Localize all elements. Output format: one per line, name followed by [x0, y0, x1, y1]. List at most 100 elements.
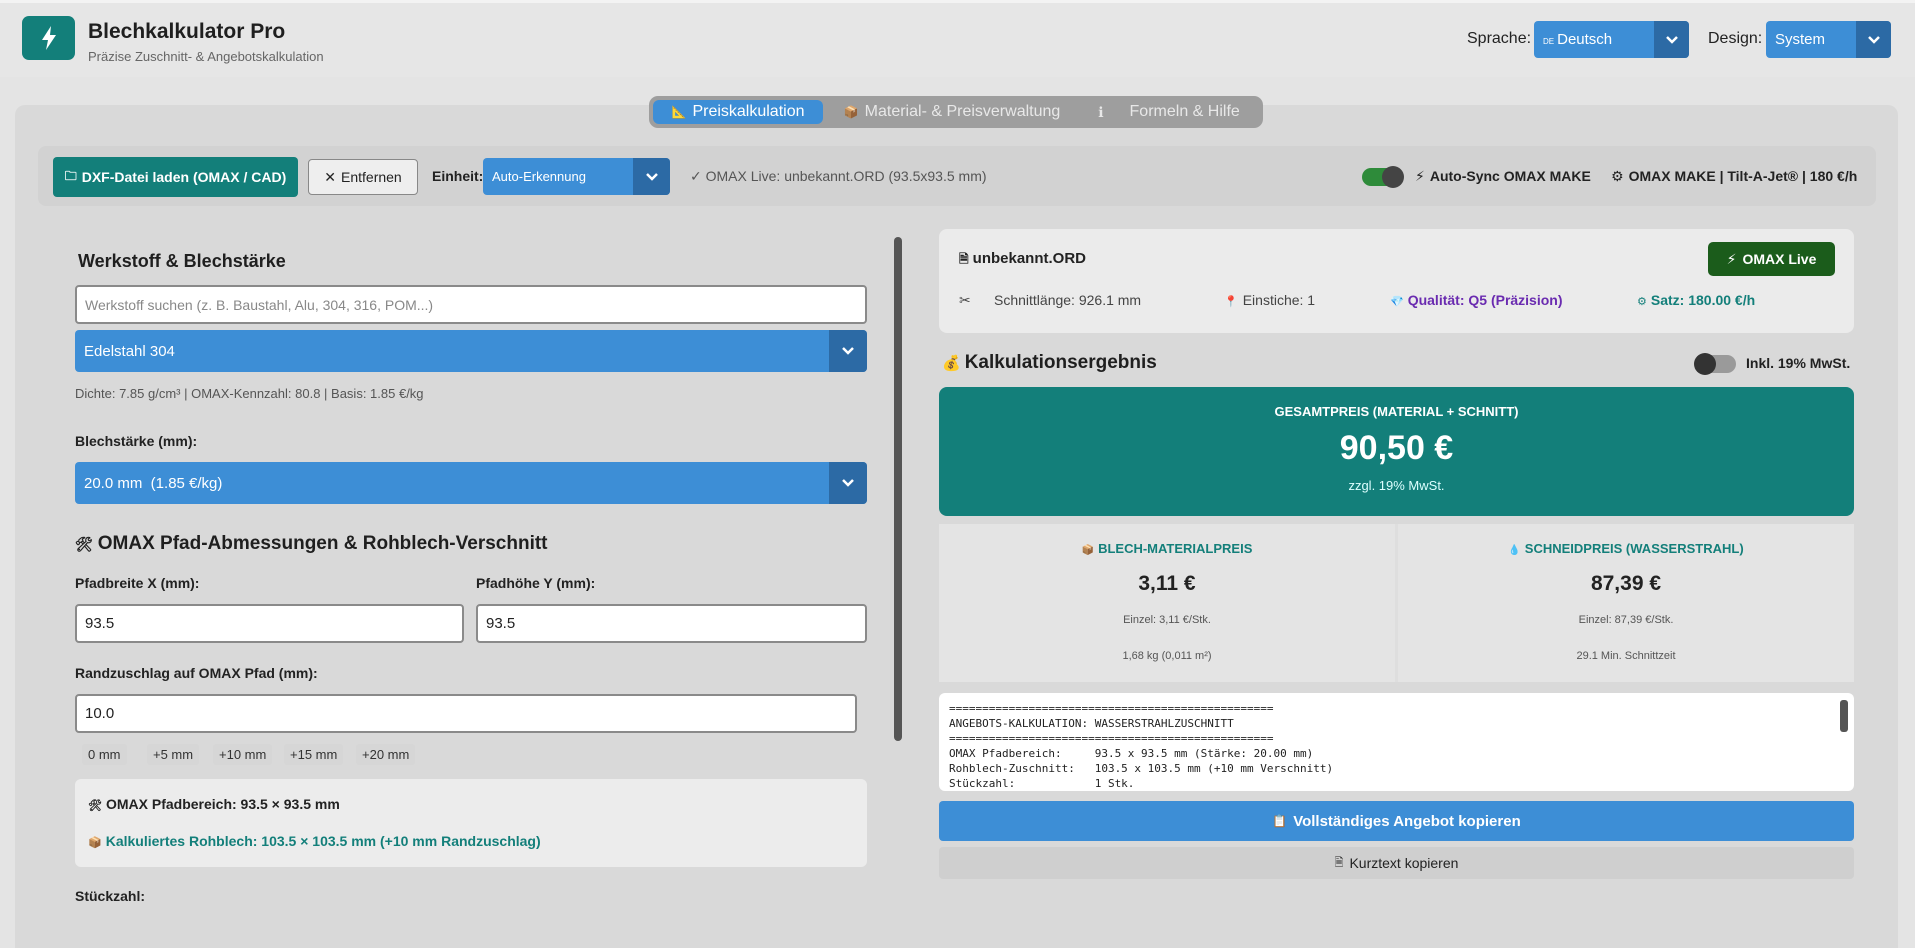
copy-short-text-button[interactable]: 🗎 Kurztext kopieren: [939, 847, 1854, 879]
coin-icon: ⚙: [1637, 296, 1647, 308]
cut-price-label: 💧 SCHNEIDPREIS (WASSERSTRAHL): [1508, 541, 1744, 556]
file-name: 🗎 unbekannt.ORD: [959, 250, 1086, 267]
chevron-down-icon: [633, 158, 670, 195]
remove-button[interactable]: ✕ Entfernen: [308, 159, 418, 195]
file-icon: 🗎: [959, 252, 969, 266]
chevron-down-icon: [1856, 21, 1891, 58]
margin-input[interactable]: 10.0: [75, 694, 857, 733]
cut-time: 29.1 Min. Schnittzeit: [1576, 650, 1676, 662]
thickness-label: Blechstärke (mm):: [75, 433, 198, 449]
material-info: Dichte: 7.85 g/cm³ | OMAX-Kennzahl: 80.8…: [75, 386, 424, 401]
rate: ⚙ Satz: 180.00 €/h: [1637, 292, 1756, 308]
gear-icon: ⚙: [1611, 168, 1624, 184]
box-icon: 📦: [88, 837, 102, 849]
price-breakdown: 📦 BLECH-MATERIALPREIS 3,11 € Einzel: 3,11…: [939, 524, 1854, 682]
money-bag-icon: 💰: [942, 355, 961, 372]
quote-text-area[interactable]: ========================================…: [939, 693, 1854, 791]
unit-value: Auto-Erkennung: [492, 169, 586, 184]
margin-chip-20[interactable]: +20 mm: [356, 744, 416, 765]
total-value: 90,50 €: [1339, 429, 1454, 467]
tab-material[interactable]: 📦 Material- & Preisverwaltung: [837, 100, 1067, 124]
diamond-icon: 💎: [1390, 296, 1404, 308]
unit-label: Einheit:: [432, 168, 484, 184]
cut-length: Schnittlänge: 926.1 mm: [994, 292, 1142, 308]
result-heading: 💰 Kalkulationsergebnis: [942, 352, 1157, 373]
material-heading: Werkstoff & Blechstärke: [78, 251, 286, 271]
quality: 💎 Qualität: Q5 (Präzision): [1390, 292, 1563, 308]
path-width-label: Pfadbreite X (mm):: [75, 575, 200, 591]
design-label: Design:: [1708, 30, 1763, 47]
app-title: Blechkalkulator Pro: [88, 20, 286, 43]
info-icon: ℹ: [1098, 103, 1104, 120]
path-height-label: Pfadhöhe Y (mm):: [476, 575, 596, 591]
close-icon: ✕: [324, 168, 336, 185]
droplet-icon: 💧: [1508, 545, 1521, 556]
cut-price-single: Einzel: 87,39 €/Stk.: [1578, 614, 1674, 626]
cut-price-col: 💧 SCHNEIDPREIS (WASSERSTRAHL) 87,39 € Ein…: [1398, 524, 1854, 682]
thickness-value: 20.0 mm (1.85 €/kg): [84, 474, 223, 492]
language-label: Sprache:: [1467, 30, 1532, 47]
path-info-box: [75, 779, 867, 867]
copy-full-quote-button[interactable]: 📋 Vollständiges Angebot kopieren: [939, 801, 1854, 841]
material-search-input[interactable]: Werkstoff suchen (z. B. Baustahl, Alu, 3…: [75, 285, 867, 324]
left-scrollbar[interactable]: [894, 237, 902, 741]
load-dxf-button[interactable]: 🗀 DXF-Datei laden (OMAX / CAD): [53, 157, 298, 197]
flag-icon: DE: [1543, 37, 1555, 46]
material-weight: 1,68 kg (0,011 m²): [1122, 650, 1212, 662]
total-note: zzgl. 19% MwSt.: [1348, 478, 1445, 493]
material-selected: Edelstahl 304: [84, 342, 175, 360]
omax-live-button[interactable]: ⚡ OMAX Live: [1708, 242, 1835, 276]
path-heading: 🛠 OMAX Pfad-Abmessungen & Rohblech-Versch…: [75, 533, 548, 554]
lightning-icon: ⚡: [1415, 168, 1425, 184]
vat-toggle-label: Inkl. 19% MwSt.: [1746, 355, 1851, 371]
tab-preiskalkulation[interactable]: 📐 Preiskalkulation: [653, 100, 823, 124]
autosync-label: ⚡ Auto-Sync OMAX MAKE: [1415, 168, 1591, 184]
box-icon: 📦: [1081, 545, 1095, 556]
scissors-icon: ✂: [959, 292, 971, 308]
language-select[interactable]: DE Deutsch: [1534, 21, 1689, 58]
file-icon: 🗎: [1334, 856, 1344, 869]
path-width-input[interactable]: 93.5: [75, 604, 464, 643]
thickness-select[interactable]: 20.0 mm (1.85 €/kg): [75, 462, 867, 504]
tab-formeln[interactable]: ℹ Formeln & Hilfe: [1079, 100, 1259, 124]
wrench-icon: 🛠: [75, 536, 93, 552]
total-price-box: GESAMTPREIS (MATERIAL + SCHNITT) 90,50 €…: [939, 387, 1854, 516]
material-select[interactable]: Edelstahl 304: [75, 330, 867, 372]
pin-icon: 📍: [1224, 296, 1238, 308]
wrench-icon: 🛠: [88, 800, 102, 812]
lightning-icon: [41, 26, 56, 50]
margin-chip-15[interactable]: +15 mm: [284, 744, 344, 765]
material-price-single: Einzel: 3,11 €/Stk.: [1123, 614, 1211, 626]
app-logo: [22, 16, 75, 60]
total-label: GESAMTPREIS (MATERIAL + SCHNITT): [1274, 404, 1519, 419]
folder-icon: 🗀: [64, 168, 77, 183]
box-icon: 📦: [843, 105, 859, 119]
tab-bar: 📐 Preiskalkulation 📦 Material- & Preisverw…: [649, 96, 1263, 128]
omax-status: ✓ OMAX Live: unbekannt.ORD (93.5x93.5 mm…: [690, 168, 987, 184]
chevron-down-icon: [829, 462, 867, 504]
material-price-col: 📦 BLECH-MATERIALPREIS 3,11 € Einzel: 3,11…: [939, 524, 1395, 682]
material-price-label: 📦 BLECH-MATERIALPREIS: [1081, 541, 1253, 556]
unit-select[interactable]: Auto-Erkennung: [483, 158, 670, 195]
design-value: System: [1775, 31, 1826, 48]
raw-sheet-info: 📦 Kalkuliertes Rohblech: 103.5 × 103.5 mm…: [88, 833, 541, 849]
vat-toggle[interactable]: [1694, 353, 1736, 375]
quote-scrollbar[interactable]: [1840, 700, 1848, 732]
autosync-toggle[interactable]: [1362, 166, 1404, 188]
chevron-down-icon: [1654, 21, 1689, 58]
margin-chip-5[interactable]: +5 mm: [147, 744, 200, 765]
chevron-down-icon: [829, 330, 867, 372]
path-area-info: 🛠 OMAX Pfadbereich: 93.5 × 93.5 mm: [88, 796, 340, 812]
machine-info: ⚙ OMAX MAKE | Tilt-A-Jet® | 180 €/h: [1611, 168, 1858, 184]
design-select[interactable]: System: [1766, 21, 1891, 58]
clipboard-icon: 📋: [1272, 814, 1288, 828]
path-height-input[interactable]: 93.5: [476, 604, 867, 643]
quantity-label: Stückzahl:: [75, 888, 146, 904]
app-subtitle: Präzise Zuschnitt- & Angebotskalkulation: [88, 49, 324, 64]
language-value: Deutsch: [1557, 31, 1613, 48]
margin-label: Randzuschlag auf OMAX Pfad (mm):: [75, 665, 318, 681]
margin-chip-10[interactable]: +10 mm: [213, 744, 273, 765]
material-price-value: 3,11 €: [1138, 572, 1196, 595]
lightning-icon: ⚡: [1726, 250, 1737, 267]
margin-chip-0[interactable]: 0 mm: [82, 744, 127, 765]
